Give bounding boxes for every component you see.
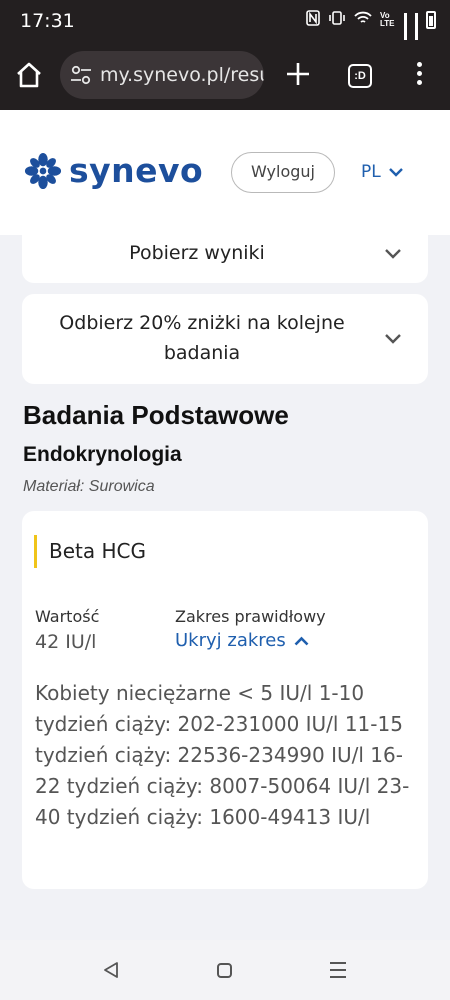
- address-bar[interactable]: my.synevo.pl/resu: [60, 51, 264, 99]
- url-text: my.synevo.pl/resu: [100, 64, 264, 86]
- chevron-down-icon: [388, 167, 403, 177]
- volte-icon: Vo LTE: [380, 10, 395, 28]
- language-selector[interactable]: PL: [361, 162, 403, 182]
- accordion-download-results[interactable]: Pobierz wyniki: [22, 222, 428, 283]
- section-title: Badania Podstawowe: [23, 400, 289, 430]
- chevron-down-icon: [385, 334, 401, 344]
- test-name: Beta HCG: [49, 539, 146, 563]
- home-icon[interactable]: [14, 60, 44, 90]
- reference-range-text: Kobiety nieciężarne < 5 IU/l 1-10 tydzie…: [35, 681, 410, 829]
- logo-text: synevo: [69, 151, 204, 190]
- status-bar: 17:31 Vo LTE: [0, 0, 450, 48]
- more-vert-icon[interactable]: [414, 62, 424, 88]
- browser-toolbar: my.synevo.pl/resu :D: [0, 40, 450, 110]
- result-value: 42 IU/l: [35, 631, 97, 653]
- plus-icon[interactable]: [284, 60, 312, 88]
- material-label: Materiał: Surowica: [23, 478, 155, 495]
- subsection-title: Endokrynologia: [23, 443, 182, 466]
- signal-2-icon: [415, 12, 418, 48]
- accent-bar: [34, 535, 37, 568]
- accordion-label: Pobierz wyniki: [129, 242, 265, 264]
- accordion-label: Odbierz 20% zniżki na kolejne badania: [59, 312, 345, 364]
- site-header: synevo Wyloguj PL: [0, 110, 450, 235]
- range-label: Zakres prawidłowy: [175, 607, 326, 626]
- chevron-down-icon: [385, 249, 401, 259]
- logout-button[interactable]: Wyloguj: [231, 152, 335, 193]
- value-label: Wartość: [35, 607, 100, 626]
- tune-icon[interactable]: [70, 65, 92, 85]
- nav-back-icon[interactable]: [103, 962, 119, 978]
- battery-icon: [426, 10, 436, 29]
- nav-home-icon[interactable]: [217, 963, 232, 978]
- synevo-logo-icon: [24, 152, 62, 189]
- accordion-discount[interactable]: Odbierz 20% zniżki na kolejne badania: [22, 294, 428, 384]
- system-nav-bar: [0, 940, 450, 1000]
- status-time: 17:31: [20, 10, 75, 32]
- signal-icon: [404, 12, 407, 48]
- result-card: Beta HCG Wartość Zakres prawidłowy 42 IU…: [22, 511, 428, 889]
- vibrate-icon: [328, 10, 346, 29]
- status-icons: Vo LTE: [306, 10, 436, 48]
- wifi-icon: [354, 11, 372, 28]
- nav-recent-icon[interactable]: [330, 962, 346, 983]
- nfc-icon: [306, 10, 320, 29]
- hide-range-toggle[interactable]: Ukryj zakres: [175, 630, 309, 651]
- logo[interactable]: synevo: [24, 151, 203, 190]
- tabs-icon[interactable]: :D: [348, 64, 372, 88]
- language-label: PL: [361, 162, 381, 182]
- hide-range-label: Ukryj zakres: [175, 630, 286, 651]
- chevron-up-icon: [294, 636, 309, 645]
